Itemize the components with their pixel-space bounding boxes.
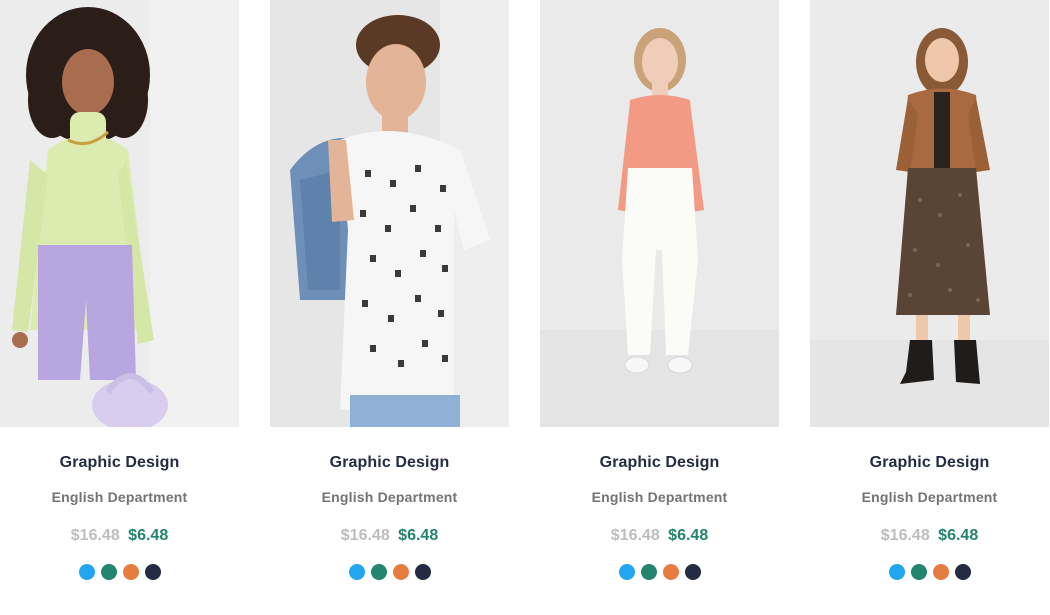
old-price: $16.48 [340, 527, 390, 544]
model-photo-lime-turtleneck-icon [0, 0, 239, 427]
color-swatch-orange[interactable] [392, 564, 409, 580]
color-swatch-green[interactable] [370, 564, 387, 580]
product-title[interactable]: Graphic Design [810, 454, 1049, 472]
color-swatch-green[interactable] [910, 564, 927, 580]
product-title[interactable]: Graphic Design [0, 454, 239, 472]
old-price: $16.48 [880, 527, 930, 544]
product-grid: Graphic Design English Department $16.48… [0, 0, 1050, 615]
sale-price: $6.48 [668, 527, 709, 544]
color-swatch-orange[interactable] [662, 564, 679, 580]
color-swatches [540, 564, 779, 580]
product-title[interactable]: Graphic Design [270, 454, 509, 472]
model-photo-letter-print-tee-icon [270, 0, 509, 427]
color-swatch-green[interactable] [640, 564, 657, 580]
color-swatch-blue[interactable] [618, 564, 635, 580]
old-price: $16.48 [610, 527, 660, 544]
sale-price: $6.48 [128, 527, 169, 544]
color-swatch-blue[interactable] [888, 564, 905, 580]
old-price: $16.48 [70, 527, 120, 544]
product-prices: $16.48 $6.48 [270, 527, 509, 545]
product-department: English Department [861, 489, 998, 505]
color-swatch-navy[interactable] [954, 564, 971, 580]
product-image-letter-print-tee[interactable] [270, 0, 509, 427]
product-image-lime-turtleneck[interactable] [0, 0, 239, 427]
color-swatch-navy[interactable] [414, 564, 431, 580]
sale-price: $6.48 [398, 527, 439, 544]
product-card[interactable]: Graphic Design English Department $16.48… [270, 0, 509, 615]
color-swatches [810, 564, 1049, 580]
color-swatch-navy[interactable] [144, 564, 161, 580]
color-swatch-green[interactable] [100, 564, 117, 580]
sale-price: $6.48 [938, 527, 979, 544]
color-swatch-blue[interactable] [348, 564, 365, 580]
model-photo-suede-jacket-icon [810, 0, 1049, 427]
model-photo-coral-top-icon [540, 0, 779, 427]
product-image-suede-jacket[interactable] [810, 0, 1049, 427]
product-department: English Department [51, 489, 188, 505]
product-card[interactable]: Graphic Design English Department $16.48… [540, 0, 779, 615]
color-swatch-orange[interactable] [932, 564, 949, 580]
product-prices: $16.48 $6.48 [540, 527, 779, 545]
product-image-coral-top[interactable] [540, 0, 779, 427]
product-prices: $16.48 $6.48 [810, 527, 1049, 545]
product-department: English Department [591, 489, 728, 505]
product-prices: $16.48 $6.48 [0, 527, 239, 545]
color-swatch-navy[interactable] [684, 564, 701, 580]
product-card[interactable]: Graphic Design English Department $16.48… [0, 0, 239, 615]
color-swatches [0, 564, 239, 580]
product-title[interactable]: Graphic Design [540, 454, 779, 472]
color-swatch-orange[interactable] [122, 564, 139, 580]
color-swatch-blue[interactable] [78, 564, 95, 580]
color-swatches [270, 564, 509, 580]
product-card[interactable]: Graphic Design English Department $16.48… [810, 0, 1049, 615]
product-department: English Department [321, 489, 458, 505]
